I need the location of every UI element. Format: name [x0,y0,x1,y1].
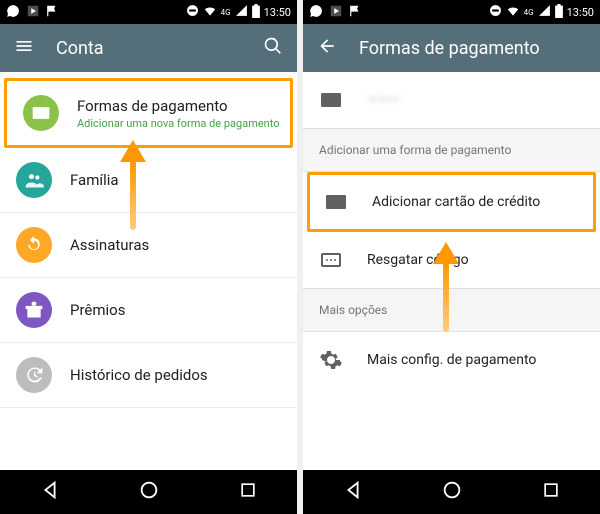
nav-home[interactable] [441,479,463,505]
code-icon [319,248,343,272]
redeem-code-row[interactable]: Resgatar código [303,232,600,288]
existing-card-row[interactable]: ——— [303,72,600,128]
battery-icon [555,4,563,21]
nav-bar [0,470,297,514]
family-icon [16,162,52,198]
highlight-box: Adicionar cartão de crédito [307,172,596,232]
highlight-box: Formas de pagamento Adicionar uma nova f… [4,78,293,148]
gift-icon [16,292,52,328]
redeem-label: Resgatar código [367,252,469,268]
menu-item-payment-methods[interactable]: Formas de pagamento Adicionar uma nova f… [7,81,290,145]
search-icon[interactable] [263,36,283,60]
card-icon [319,88,343,112]
battery-icon [252,4,260,21]
phone-left: 4G 13:50 Conta Formas de pagamento Adici… [0,0,297,514]
history-icon [16,357,52,393]
row-title: Formas de pagamento [77,97,274,115]
menu-item-order-history[interactable]: Histórico de pedidos [0,343,297,408]
row-title: Histórico de pedidos [70,366,208,384]
status-bar: 4G 13:50 [0,0,297,24]
refresh-icon [16,227,52,263]
flag-icon [46,4,60,21]
flag-icon [349,4,363,21]
row-title: Prêmios [70,301,125,319]
section-add-payment: Adicionar uma forma de pagamento [303,128,600,172]
add-card-label: Adicionar cartão de crédito [372,194,540,210]
signal-icon [538,4,551,20]
row-title: Assinaturas [70,236,149,254]
whatsapp-icon [6,4,20,21]
back-icon[interactable] [317,36,337,60]
nav-home[interactable] [138,479,160,505]
more-settings-label: Mais config. de pagamento [367,352,536,368]
app-bar: Formas de pagamento [303,24,600,72]
menu-item-rewards[interactable]: Prêmios [0,278,297,343]
row-title: Família [70,171,119,189]
page-title: Conta [56,38,241,59]
menu-item-family[interactable]: Família [0,148,297,213]
nav-recent[interactable] [541,480,561,504]
card-icon [23,95,59,131]
network-label: 4G [524,8,534,17]
add-credit-card-row[interactable]: Adicionar cartão de crédito [310,175,593,229]
clock: 13:50 [567,6,594,19]
menu-item-subscriptions[interactable]: Assinaturas [0,213,297,278]
nav-back[interactable] [342,479,364,505]
phone-right: 4G 13:50 Formas de pagamento ——— Adicion… [303,0,600,514]
whatsapp-icon [309,4,323,21]
menu-icon[interactable] [14,36,34,60]
existing-card-label: ——— [367,92,400,108]
section-more-options: Mais opções [303,288,600,332]
content-pane: Formas de pagamento Adicionar uma nova f… [0,72,297,470]
app-bar: Conta [0,24,297,72]
play-icon [329,4,343,21]
network-label: 4G [221,8,231,17]
clock: 13:50 [264,6,291,19]
nav-bar [303,470,600,514]
more-payment-settings-row[interactable]: Mais config. de pagamento [303,332,600,388]
nav-recent[interactable] [238,480,258,504]
play-icon [26,4,40,21]
signal-icon [235,4,248,20]
wifi-icon [506,4,520,21]
card-icon [324,190,348,214]
content-pane: ——— Adicionar uma forma de pagamento Adi… [303,72,600,470]
dnd-icon [186,4,199,20]
wifi-icon [203,4,217,21]
page-title: Formas de pagamento [359,38,586,59]
gear-icon [319,348,343,372]
status-bar: 4G 13:50 [303,0,600,24]
row-subtitle: Adicionar uma nova forma de pagamento [77,117,274,130]
nav-back[interactable] [39,479,61,505]
dnd-icon [489,4,502,20]
